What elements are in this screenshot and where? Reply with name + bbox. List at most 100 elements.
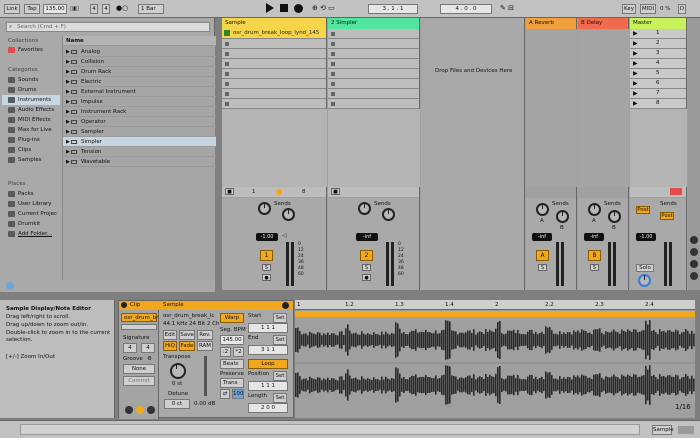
list-item[interactable]: ▶ Operator	[63, 117, 216, 127]
signature-denominator[interactable]: 4	[102, 4, 110, 14]
end-field[interactable]: 3 1 1	[248, 345, 288, 355]
slot-stop-icon[interactable]	[331, 62, 335, 66]
sample-toggle-icon[interactable]	[136, 406, 144, 414]
scene-play-icon[interactable]: ▶	[633, 70, 638, 77]
clip-slot[interactable]	[328, 89, 419, 99]
scene-launch[interactable]: ▶ 2	[630, 39, 686, 49]
post-button[interactable]: Post	[636, 206, 650, 214]
slot-stop-icon[interactable]	[331, 42, 335, 46]
track-activator[interactable]: A	[536, 250, 549, 261]
send-a-knob[interactable]	[258, 202, 271, 215]
track-activator[interactable]: B	[588, 250, 601, 261]
detail-toggle-icon[interactable]	[678, 426, 694, 434]
clip-slot[interactable]: osr_drum_break_loop_lynd_145	[222, 29, 326, 39]
start-set-button[interactable]: Set	[273, 313, 287, 323]
empty-clip-area[interactable]	[328, 109, 420, 187]
expand-arrow-icon[interactable]: ▶	[66, 97, 70, 107]
expand-arrow-icon[interactable]: ▶	[66, 157, 70, 167]
solo-cue-button[interactable]: Solo	[636, 264, 654, 272]
expand-arrow-icon[interactable]: ▶	[66, 77, 70, 87]
expand-arrow-icon[interactable]: ▶	[66, 57, 70, 67]
clip-slot[interactable]	[222, 49, 326, 59]
draw-mode-icon[interactable]: ✎ ⊟	[500, 5, 514, 12]
loop-length[interactable]: 4 . 0 . 0	[440, 4, 492, 14]
slot-stop-icon[interactable]	[225, 102, 229, 106]
search-input[interactable]: ⌕ Search (Cmd + F)	[6, 22, 210, 32]
clip-slot[interactable]	[328, 99, 419, 109]
scene-launch[interactable]: ▶ 1	[630, 29, 686, 39]
clip-slot[interactable]	[328, 29, 419, 39]
expand-arrow-icon[interactable]: ▶	[66, 127, 70, 137]
stop-icon[interactable]	[280, 4, 288, 12]
scene-play-icon[interactable]: ▶	[633, 30, 638, 37]
scene-play-icon[interactable]: ▶	[633, 60, 638, 67]
stop-all-clips-icon[interactable]	[670, 188, 682, 195]
solo-button[interactable]: S	[590, 264, 599, 271]
list-item[interactable]: ▶ Electric	[63, 77, 216, 87]
position-set-button[interactable]: Set	[273, 371, 287, 381]
slot-stop-icon[interactable]	[225, 62, 229, 66]
scene-launch[interactable]: ▶ 7	[630, 89, 686, 99]
category-instruments[interactable]: Instruments	[18, 97, 51, 103]
sample-display[interactable]: 1 1.2 1.3 1.4 2 2.2 2.3 2.4 1/16	[295, 300, 695, 418]
edit-button[interactable]: Edit	[163, 330, 177, 340]
send-a-knob[interactable]	[358, 202, 371, 215]
cue-volume-knob[interactable]	[638, 274, 651, 287]
expand-arrow-icon[interactable]: ▶	[66, 107, 70, 117]
track-header[interactable]: Master	[630, 18, 686, 29]
category-midi-effects[interactable]: MIDI Effects	[18, 117, 51, 123]
list-item-selected[interactable]: ▶ Simpler	[63, 137, 216, 147]
solo-button[interactable]: S	[362, 264, 371, 271]
volume-field[interactable]: -1.00	[256, 233, 278, 241]
track-activator[interactable]: 2	[360, 250, 373, 261]
arm-icon[interactable]: ●	[262, 274, 271, 281]
loop-button[interactable]: Loop	[248, 359, 288, 369]
slot-stop-icon[interactable]	[331, 82, 335, 86]
category-clips[interactable]: Clips	[18, 147, 31, 153]
length-set-button[interactable]: Set	[273, 393, 287, 403]
midi-map-button[interactable]: MIDI	[640, 4, 656, 14]
warp-button[interactable]: Warp	[220, 313, 244, 323]
scene-play-icon[interactable]: ▶	[633, 80, 638, 87]
halve-button[interactable]: :2	[220, 347, 231, 357]
send-a-knob[interactable]	[536, 203, 549, 216]
commit-button[interactable]: Commit	[123, 376, 155, 386]
send-b-knob[interactable]	[382, 208, 395, 221]
volume-field[interactable]: -inf	[584, 233, 604, 241]
list-item[interactable]: ▶ Impulse	[63, 97, 216, 107]
clip-slot[interactable]	[328, 59, 419, 69]
place-drumkit[interactable]: Drumkit	[18, 221, 40, 227]
pan-icon[interactable]: ◁	[282, 233, 286, 240]
start-field[interactable]: 1 1 1	[248, 323, 288, 333]
solo-button[interactable]: S	[538, 264, 547, 271]
detune-field[interactable]: 0 ct	[164, 399, 190, 409]
list-item[interactable]: ▶ Tension	[63, 147, 216, 157]
post-button[interactable]: Post	[660, 212, 674, 220]
scene-play-icon[interactable]: ▶	[633, 100, 638, 107]
envelope-field[interactable]: 100	[232, 389, 244, 399]
track-header[interactable]: Sample	[222, 18, 326, 29]
list-item[interactable]: ▶ Analog	[63, 47, 216, 57]
expand-arrow-icon[interactable]: ▶	[66, 117, 70, 127]
place-user-library[interactable]: User Library	[18, 201, 52, 207]
list-item[interactable]: ▶ Instrument Rack	[63, 107, 216, 117]
slot-stop-icon[interactable]	[331, 72, 335, 76]
link-button[interactable]: Link	[4, 4, 20, 14]
slot-stop-icon[interactable]	[225, 52, 229, 56]
tempo-nudge-icon[interactable]: ▯▮▯	[70, 6, 79, 13]
groove-pool-icon[interactable]: ⚙	[147, 356, 152, 363]
list-item[interactable]: ▶ Drum Rack	[63, 67, 216, 77]
tempo-field[interactable]: 135.00	[43, 4, 67, 14]
slot-stop-icon[interactable]	[331, 102, 335, 106]
signature-numerator[interactable]: 4	[90, 4, 98, 14]
sends-toggle-icon[interactable]	[690, 248, 698, 256]
clip-tab[interactable]: Clip	[119, 301, 159, 310]
clip-play-icon[interactable]	[224, 30, 230, 36]
category-sounds[interactable]: Sounds	[18, 77, 38, 83]
place-packs[interactable]: Packs	[18, 191, 34, 197]
category-max-for-live[interactable]: Max for Live	[18, 127, 52, 133]
ram-button[interactable]: RAM	[197, 341, 213, 351]
slot-stop-icon[interactable]	[331, 52, 335, 56]
send-a-knob[interactable]	[588, 203, 601, 216]
overdub-icon[interactable]: ⊕ ⟲ ▭	[312, 5, 335, 12]
